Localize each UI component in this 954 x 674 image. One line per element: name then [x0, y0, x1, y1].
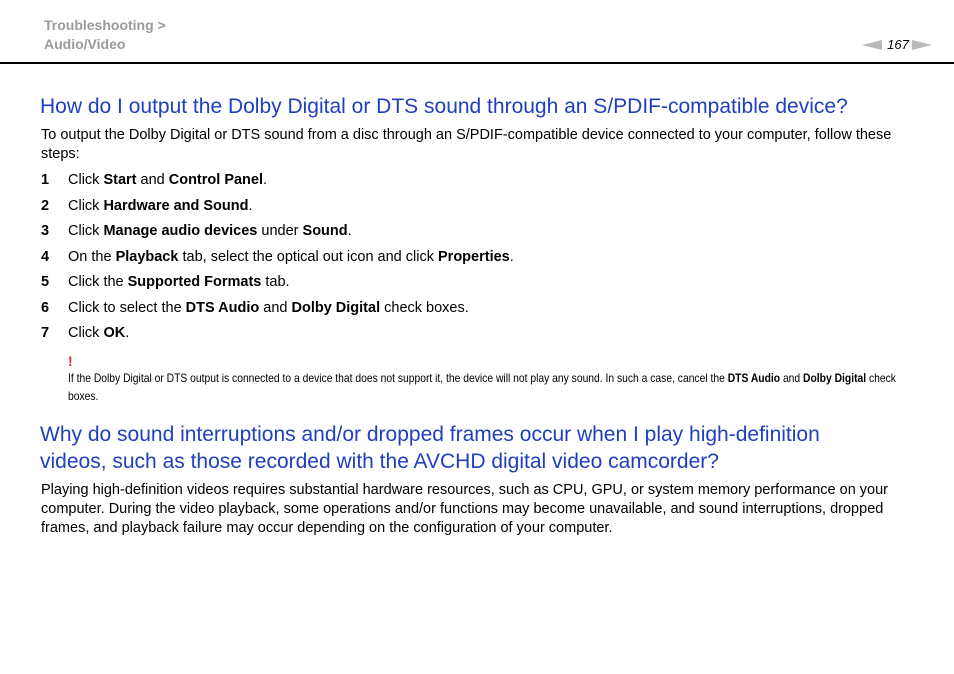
section-heading-dolby-dts: How do I output the Dolby Digital or DTS…	[40, 95, 848, 118]
step-item: 7 Click OK.	[41, 323, 921, 349]
hd-playback-paragraph: Playing high-definition videos requires …	[41, 482, 889, 536]
step-text: Click OK.	[68, 325, 130, 341]
steps-list: 1 Click Start and Control Panel. 2 Click…	[41, 170, 921, 349]
step-item: 6 Click to select the DTS Audio and Dolb…	[41, 298, 921, 324]
section-heading-line: Why do sound interruptions and/or droppe…	[40, 423, 820, 446]
step-text: Click Manage audio devices under Sound.	[68, 223, 352, 239]
step-number: 4	[41, 248, 50, 265]
step-text: Click Hardware and Sound.	[68, 197, 253, 214]
step-text: Click Start and Control Panel.	[68, 172, 268, 188]
caution-mark-icon: !	[68, 353, 73, 369]
breadcrumb-section[interactable]: Troubleshooting >	[44, 16, 166, 35]
next-page-arrow-icon[interactable]	[912, 40, 932, 50]
step-number: 7	[41, 325, 50, 341]
step-number: 1	[41, 172, 50, 188]
step-item: 1 Click Start and Control Panel.	[41, 170, 921, 196]
step-item: 2 Click Hardware and Sound.	[41, 196, 921, 222]
page-navigator: 167	[862, 36, 936, 54]
step-text: Click the Supported Formats tab.	[68, 274, 290, 290]
section-heading-line: videos, such as those recorded with the …	[40, 450, 719, 473]
section-heading-hd-playback: Why do sound interruptions and/or droppe…	[40, 421, 930, 475]
step-text: Click to select the DTS Audio and Dolby …	[68, 299, 469, 316]
step-number: 2	[41, 197, 50, 214]
page-number: 167	[887, 37, 909, 52]
step-number: 3	[41, 223, 50, 239]
breadcrumb: Troubleshooting > Audio/Video	[44, 16, 166, 54]
step-number: 6	[41, 299, 50, 316]
step-item: 4 On the Playback tab, select the optica…	[41, 247, 921, 273]
intro-paragraph: To output the Dolby Digital or DTS sound…	[41, 127, 892, 162]
breadcrumb-page[interactable]: Audio/Video	[44, 35, 166, 54]
caution-note: ! If the Dolby Digital or DTS output is …	[68, 353, 918, 405]
step-item: 5 Click the Supported Formats tab.	[41, 272, 921, 298]
step-text: On the Playback tab, select the optical …	[68, 248, 514, 265]
step-number: 5	[41, 274, 50, 290]
caution-note-text: If the Dolby Digital or DTS output is co…	[68, 371, 896, 403]
header-divider	[0, 62, 954, 64]
previous-page-arrow-icon[interactable]	[862, 40, 882, 50]
step-item: 3 Click Manage audio devices under Sound…	[41, 221, 921, 247]
